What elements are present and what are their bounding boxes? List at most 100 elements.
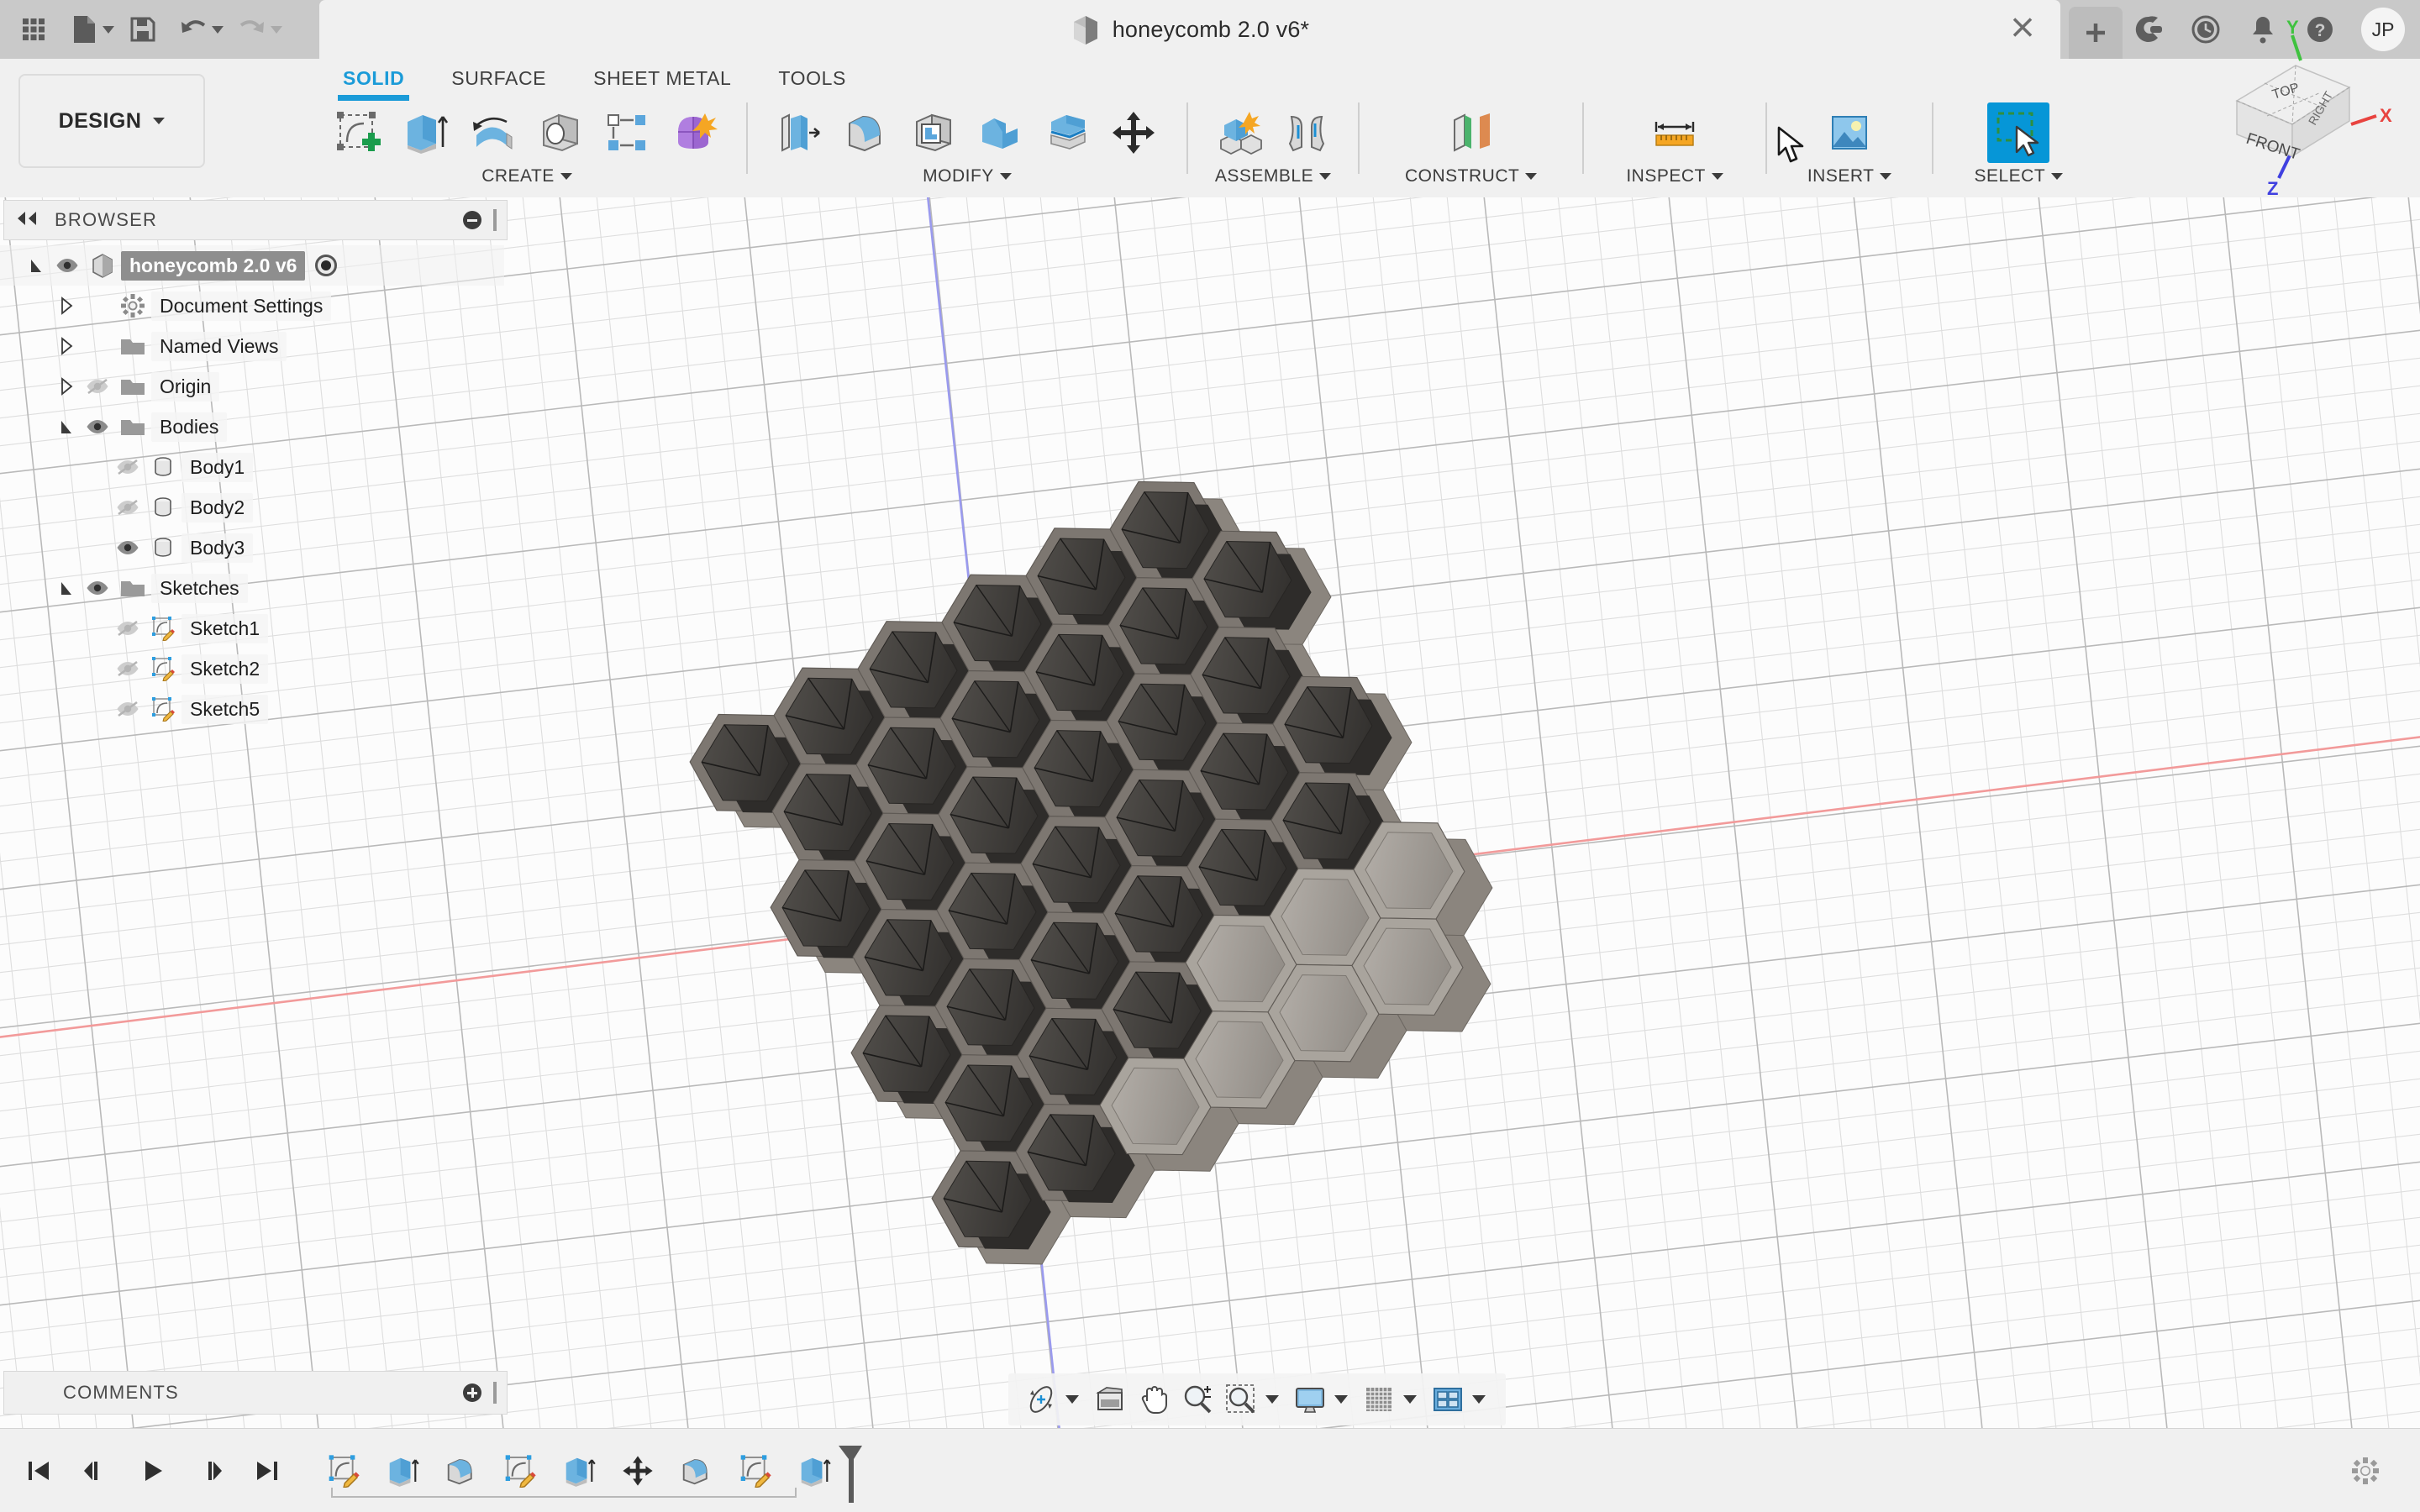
visibility-on-icon[interactable] (111, 539, 145, 556)
timeline-feature-extrude[interactable] (560, 1451, 598, 1491)
offset-plane-button[interactable] (1440, 102, 1502, 163)
orbit-dropdown-caret[interactable] (1065, 1395, 1079, 1404)
timeline-feature-sketch[interactable] (736, 1451, 775, 1491)
press-pull-button[interactable] (768, 102, 830, 163)
tab-surface[interactable]: SURFACE (428, 59, 570, 102)
viewports-dropdown-caret[interactable] (1472, 1395, 1486, 1404)
chevron-down-icon[interactable] (560, 173, 572, 180)
timeline-step-forward-button[interactable] (193, 1451, 227, 1491)
browser-resize-grip[interactable] (493, 209, 497, 231)
zoom-window-icon[interactable] (1220, 1378, 1262, 1421)
measure-button[interactable] (1644, 102, 1706, 163)
visibility-off-icon[interactable] (111, 620, 145, 637)
twisty-expanded-icon[interactable] (52, 417, 81, 436)
browser-tree-item-origin[interactable]: Origin (0, 366, 504, 407)
browser-tree-item-bodies[interactable]: Bodies (0, 407, 504, 447)
fillet-button[interactable] (835, 102, 897, 163)
file-dropdown-caret[interactable] (103, 25, 114, 34)
browser-tree-item-sketches[interactable]: Sketches (0, 568, 504, 608)
chevron-down-icon[interactable] (1711, 173, 1723, 180)
tab-sheet-metal[interactable]: SHEET METAL (570, 59, 755, 102)
visibility-on-icon[interactable] (81, 580, 114, 596)
zoom-magnifier-icon[interactable] (1176, 1378, 1218, 1421)
chevron-down-icon[interactable] (1880, 173, 1892, 180)
timeline-step-back-button[interactable] (79, 1451, 113, 1491)
pan-hand-icon[interactable] (1133, 1378, 1175, 1421)
display-settings-dropdown-caret[interactable] (1334, 1395, 1348, 1404)
workspace-selector[interactable]: DESIGN (18, 74, 205, 168)
timeline-go-end-button[interactable] (250, 1451, 284, 1491)
chevron-down-icon[interactable] (1319, 173, 1332, 180)
new-component-button[interactable] (1208, 102, 1270, 163)
browser-tree-item-honeycomb-2-0-v6[interactable]: honeycomb 2.0 v6 (0, 245, 504, 286)
timeline-feature-move[interactable] (618, 1451, 657, 1491)
undo-icon[interactable] (171, 8, 215, 51)
browser-tree-item-body1[interactable]: Body1 (0, 447, 504, 487)
browser-tree-item-sketch1[interactable]: Sketch1 (0, 608, 504, 648)
extrude-button[interactable] (395, 102, 457, 163)
twisty-expanded-icon[interactable] (52, 579, 81, 597)
timeline-feature-extrude[interactable] (795, 1451, 834, 1491)
move-copy-button[interactable] (1104, 102, 1166, 163)
timeline-feature-sketch[interactable] (501, 1451, 539, 1491)
visibility-off-icon[interactable] (111, 459, 145, 475)
fit-dropdown-caret[interactable] (1265, 1395, 1279, 1404)
twisty-collapsed-icon[interactable] (52, 337, 81, 355)
browser-tree-item-named-views[interactable]: Named Views (0, 326, 504, 366)
viewports-icon[interactable] (1427, 1378, 1469, 1421)
visibility-off-icon[interactable] (111, 499, 145, 516)
browser-tree-item-body2[interactable]: Body2 (0, 487, 504, 528)
browser-minimize-icon[interactable] (463, 211, 481, 229)
split-body-button[interactable] (1037, 102, 1099, 163)
add-comment-icon[interactable] (463, 1383, 481, 1402)
sweep-button[interactable] (529, 102, 592, 163)
redo-icon[interactable] (230, 8, 274, 51)
timeline-feature-extrude[interactable] (383, 1451, 422, 1491)
orbit-icon[interactable] (1020, 1378, 1062, 1421)
visibility-on-icon[interactable] (50, 257, 84, 274)
select-tool-button[interactable] (1987, 102, 2050, 163)
visibility-off-icon[interactable] (111, 660, 145, 677)
joint-button[interactable] (1276, 102, 1338, 163)
twisty-expanded-icon[interactable] (22, 256, 50, 275)
timeline-go-start-button[interactable] (22, 1451, 55, 1491)
file-icon[interactable] (62, 8, 106, 51)
browser-collapse-icon[interactable] (14, 210, 39, 231)
timeline-feature-fillet[interactable] (442, 1451, 481, 1491)
display-settings-icon[interactable] (1289, 1378, 1331, 1421)
revolve-button[interactable] (462, 102, 524, 163)
shell-button[interactable] (902, 102, 965, 163)
chevron-down-icon[interactable] (1525, 173, 1538, 180)
visibility-on-icon[interactable] (81, 418, 114, 435)
twisty-collapsed-icon[interactable] (52, 297, 81, 315)
tab-solid[interactable]: SOLID (319, 59, 428, 102)
timeline-feature-fillet[interactable] (677, 1451, 716, 1491)
view-cube[interactable]: Y X Z TOP FRONT RIGHT (2202, 17, 2403, 202)
comments-resize-grip[interactable] (493, 1382, 497, 1404)
create-sketch-button[interactable] (328, 102, 390, 163)
comments-panel[interactable]: COMMENTS (3, 1371, 508, 1415)
document-tab[interactable]: honeycomb 2.0 v6* (319, 0, 2060, 59)
save-icon[interactable] (121, 8, 165, 51)
look-at-icon[interactable] (1089, 1378, 1131, 1421)
undo-dropdown-caret[interactable] (212, 25, 224, 34)
close-tab-icon[interactable] (2010, 15, 2035, 45)
timeline-settings-icon[interactable] (2351, 1457, 2420, 1485)
browser-tree-item-sketch2[interactable]: Sketch2 (0, 648, 504, 689)
extension-icon[interactable] (2129, 10, 2168, 49)
chevron-down-icon[interactable] (2051, 173, 2064, 180)
new-tab-icon[interactable] (2069, 7, 2123, 59)
insert-canvas-button[interactable] (1818, 102, 1881, 163)
visibility-off-icon[interactable] (111, 701, 145, 717)
combine-button[interactable] (970, 102, 1032, 163)
grid-snaps-dropdown-caret[interactable] (1403, 1395, 1417, 1404)
visibility-off-icon[interactable] (81, 378, 114, 395)
tab-tools[interactable]: TOOLS (755, 59, 870, 102)
twisty-collapsed-icon[interactable] (52, 377, 81, 396)
activate-component-radio[interactable] (315, 255, 338, 276)
browser-tree-item-body3[interactable]: Body3 (0, 528, 504, 568)
browser-tree-item-document-settings[interactable]: Document Settings (0, 286, 504, 326)
browser-tree-item-sketch5[interactable]: Sketch5 (0, 689, 504, 729)
timeline-play-button[interactable] (136, 1451, 170, 1491)
pattern-button[interactable] (597, 102, 659, 163)
